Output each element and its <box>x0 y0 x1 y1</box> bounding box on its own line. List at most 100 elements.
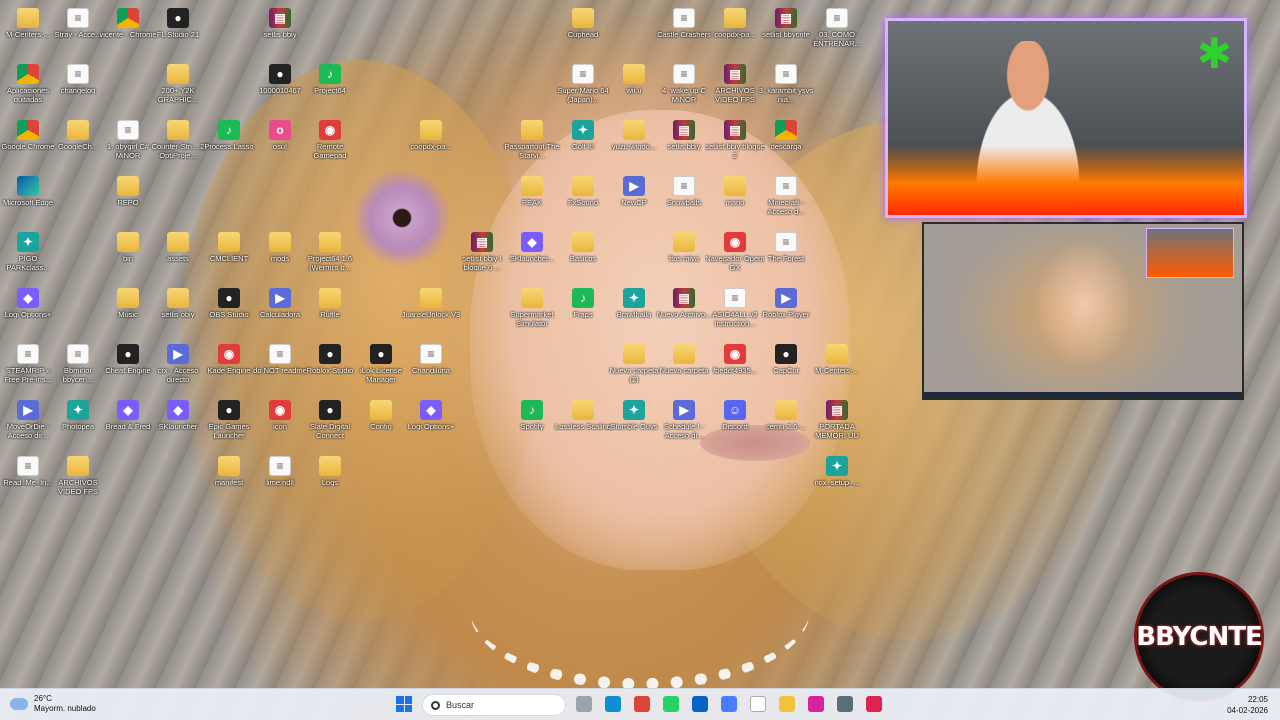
desktop-icon[interactable]: ◉ Remote Gamepad <box>302 114 358 168</box>
desktop-icon[interactable]: ● OBS Studio <box>201 282 257 336</box>
desktop-icon[interactable]: cemu-2.6-... <box>758 394 814 448</box>
desktop-icon[interactable]: ≡ 03. COMO ENTRENAR... <box>809 2 865 56</box>
desktop-icon[interactable]: manifest <box>201 450 257 504</box>
desktop-icon[interactable]: JuanseUnlock V3 <box>402 282 460 336</box>
desktop-icon[interactable]: vicente - Chrome <box>99 2 157 56</box>
desktop-icon[interactable]: ▤ setlis bbiy <box>252 2 308 56</box>
taskbar-search[interactable]: Buscar <box>422 694 566 716</box>
desktop-icon[interactable]: ≡ ASIO4ALL v2 Instruction... <box>707 282 763 336</box>
desktop-icon[interactable]: ● Roblox Studio <box>302 338 358 392</box>
desktop-icon[interactable]: ☺ Discord <box>707 394 763 448</box>
desktop-icon[interactable]: ✦ PIGO PARKclass... <box>0 226 56 280</box>
desktop-icon[interactable]: ▤ setlis bbiy <box>656 114 712 168</box>
desktop-icon[interactable]: ♪ Process Lasso <box>201 114 257 168</box>
desktop-icon[interactable]: ▶ Calculadora <box>252 282 308 336</box>
desktop-icon[interactable]: ◆ SKlauncher... <box>504 226 560 280</box>
desktop-icon[interactable]: ◆ Logi Options+ <box>0 282 56 336</box>
desktop-icon[interactable]: ≡ lime.ndll <box>252 450 308 504</box>
desktop-icon[interactable]: ≡ 3. karambit ysvs nia... <box>758 58 814 112</box>
desktop-icon[interactable]: ftos miya <box>656 226 712 280</box>
taskbar-copilot-icon[interactable] <box>721 696 737 712</box>
desktop-icon[interactable]: Microsoft Edge <box>0 170 56 224</box>
desktop-icon[interactable]: REPO <box>100 170 156 224</box>
desktop-icon[interactable]: ✦ Brawlhalla <box>606 282 662 336</box>
desktop-icon[interactable]: ▤ setlist bbiy I bloque 6 ... <box>454 226 510 280</box>
taskbar-folder-icon[interactable] <box>779 696 795 712</box>
desktop-icon[interactable]: setlis obiy <box>150 282 206 336</box>
desktop-icon[interactable]: ♪ Fraps <box>555 282 611 336</box>
desktop-icon[interactable]: ≡ Chandiluna <box>403 338 459 392</box>
desktop-icon[interactable]: Counter-Stri... 2 OptiProje... <box>150 114 206 168</box>
desktop-icon[interactable]: Aplicaciones quitadas <box>0 58 56 112</box>
desktop-icon[interactable]: ◆ Bread & Fred <box>100 394 156 448</box>
desktop-icon[interactable]: ● iLok License Manager <box>353 338 409 392</box>
desktop-icon[interactable]: ✦ Photopea <box>50 394 106 448</box>
system-clock[interactable]: 22:05 04-02-2026 <box>1227 694 1268 716</box>
taskbar-opera-gx-icon[interactable] <box>866 696 882 712</box>
desktop-icon[interactable]: ◆ Logi Options+ <box>403 394 459 448</box>
desktop-icon[interactable]: ≡ Castle Crashers <box>656 2 712 56</box>
desktop-icon[interactable]: ≡ Bbminor bbycen... <box>50 338 106 392</box>
desktop-icon[interactable]: PEAK <box>504 170 560 224</box>
desktop-icon[interactable]: ≡ The Forest <box>758 226 814 280</box>
desktop-icon[interactable]: Ruffle <box>302 282 358 336</box>
desktop-icon[interactable]: 200+ Y2K GRAPHIC... <box>150 58 206 112</box>
desktop-icon[interactable]: FxSound <box>555 170 611 224</box>
desktop-icon[interactable]: ♪ Spotify <box>504 394 560 448</box>
desktop-icon[interactable]: Cuphead <box>555 2 611 56</box>
desktop-icon[interactable]: ◉ Navegador Opera GX <box>705 226 765 280</box>
desktop-icon[interactable]: ▤ Nuevo Archivo... <box>656 282 712 336</box>
desktop-icon[interactable]: Music <box>100 282 156 336</box>
desktop-icon[interactable]: Nueva carpeta (2) <box>606 338 662 392</box>
desktop-icon[interactable]: ▤ PORTADA MEMORI UU <box>809 394 865 448</box>
desktop-icon[interactable]: M-Centers-... <box>809 338 865 392</box>
desktop-icon[interactable]: ● FL Studio 21 <box>150 2 206 56</box>
desktop-icon[interactable]: ● Epic Games Launcher <box>201 394 257 448</box>
desktop-icon[interactable]: ▶ NewCP <box>606 170 662 224</box>
desktop-icon[interactable]: M-Centers-... <box>0 2 56 56</box>
desktop-icon[interactable]: Passpartout The Starvi... <box>504 114 560 168</box>
desktop-icon[interactable]: Google Chrome <box>0 114 56 168</box>
desktop-icon[interactable]: mario <box>707 170 763 224</box>
taskbar-whatsapp-icon[interactable] <box>663 696 679 712</box>
desktop-icon[interactable]: ≡ Stray - Acce... <box>50 2 106 56</box>
desktop-icon[interactable]: ≡ do NOT readme <box>252 338 308 392</box>
weather-widget[interactable]: 26°C Mayorm. nublado <box>10 694 96 714</box>
desktop-icon[interactable]: Project64 1.6 (Wermi's b... <box>302 226 358 280</box>
desktop-icon[interactable]: ≡ Snowballs <box>656 170 712 224</box>
desktop-icon[interactable]: ARCHIVOS VIDEO FPS <box>50 450 106 504</box>
desktop-icon[interactable]: CMCLIENT <box>201 226 257 280</box>
desktop-icon[interactable]: ▤ setlist bbiy bloque 2 <box>705 114 765 168</box>
desktop-icon[interactable]: Lossless Scaling <box>555 394 611 448</box>
desktop-icon[interactable]: ♪ Project64 <box>302 58 358 112</box>
desktop-icon[interactable]: coopdx-pa... <box>707 2 763 56</box>
desktop-icon[interactable]: Logs <box>302 450 358 504</box>
desktop-icon[interactable]: coopdx-pa... <box>403 114 459 168</box>
desktop-icon[interactable]: ✦ nox_setup_... <box>809 450 865 504</box>
desktop-icon[interactable]: ▶ crx - Acceso directo <box>150 338 206 392</box>
taskbar-instagram-icon[interactable] <box>808 696 824 712</box>
taskbar-outlook-icon[interactable] <box>692 696 708 712</box>
desktop-icon[interactable]: ≡ Super Mario 64 (Japan)... <box>555 58 611 112</box>
desktop-icon[interactable]: ● 1000010467 <box>252 58 308 112</box>
desktop-icon[interactable]: Basicos <box>555 226 611 280</box>
taskbar-file-explorer-icon[interactable] <box>576 696 592 712</box>
desktop-icon[interactable]: ▶ Roblox Player <box>758 282 814 336</box>
desktop-icon[interactable]: Nueva carpeta <box>656 338 712 392</box>
taskbar-edge-icon[interactable] <box>605 696 621 712</box>
desktop-icon[interactable]: bin <box>100 226 156 280</box>
desktop-icon[interactable]: ≡ Minecraft - Acceso d... <box>758 170 814 224</box>
desktop-icon[interactable]: ◉ Kade Engine <box>201 338 257 392</box>
desktop-icon[interactable]: descarga <box>758 114 814 168</box>
taskbar-notepad-icon[interactable] <box>750 696 766 712</box>
desktop-icon[interactable]: ◉ fbeddf4935... <box>707 338 763 392</box>
desktop-icon[interactable]: ▤ ARCHIVOS VIDEO FPS <box>707 58 763 112</box>
start-button[interactable] <box>396 696 412 712</box>
desktop-icon[interactable]: ✦ Golf It! <box>555 114 611 168</box>
desktop-icon[interactable]: assets <box>150 226 206 280</box>
desktop-icon[interactable]: ◆ SKlauncher <box>150 394 206 448</box>
desktop-icon[interactable]: ▤ setlist bbycnte <box>758 2 814 56</box>
desktop-icon[interactable]: ▶ Schedule I - Acceso di... <box>656 394 712 448</box>
desktop-icon[interactable]: ▶ MoveOrDie - Acceso dir... <box>0 394 56 448</box>
desktop-icon[interactable]: yuzu-windo... <box>606 114 662 168</box>
